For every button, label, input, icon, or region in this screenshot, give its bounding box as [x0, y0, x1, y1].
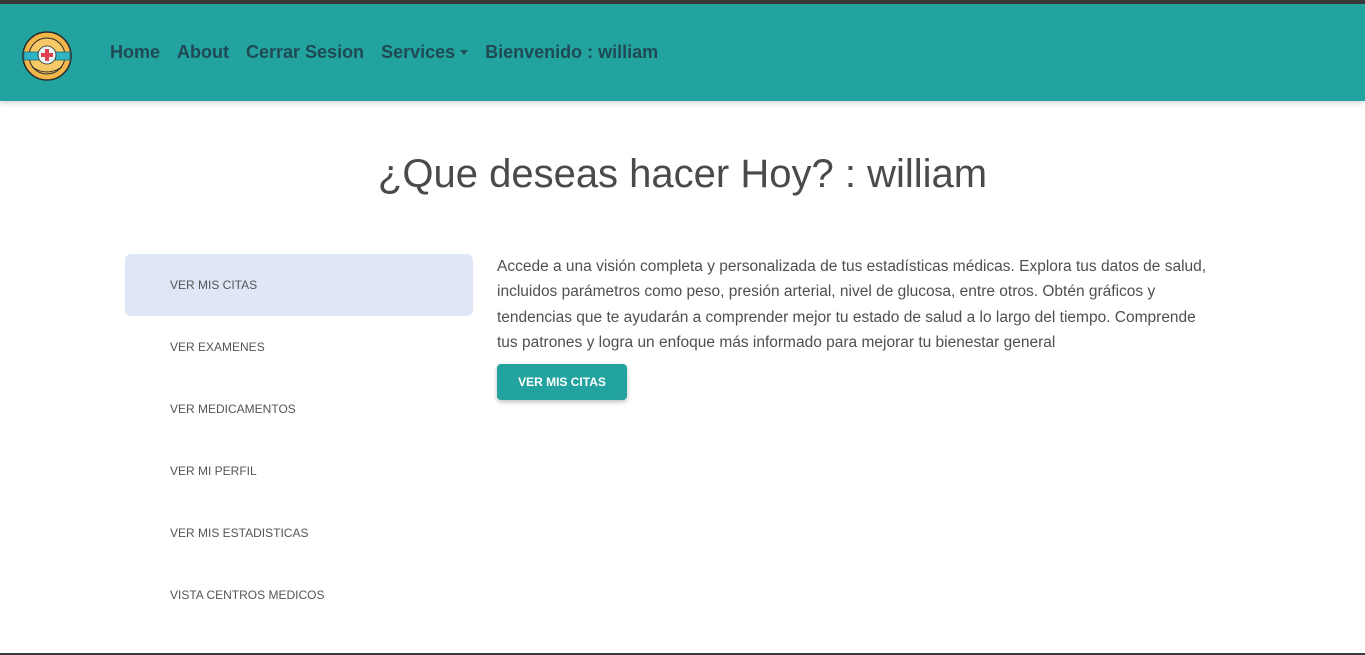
- healthy-hearts-logo-icon[interactable]: [20, 29, 74, 83]
- content-panel: Accede a una visión completa y personali…: [497, 254, 1217, 400]
- page-title: ¿Que deseas hacer Hoy? : william: [377, 152, 988, 196]
- nav-home-link[interactable]: Home: [110, 42, 160, 63]
- nav-links: Home About Cerrar Sesion Services Bienve…: [110, 4, 658, 101]
- nav-services-dropdown[interactable]: Services: [381, 42, 469, 63]
- welcome-username: william: [598, 42, 659, 62]
- nav-services-label: Services: [381, 42, 456, 62]
- side-item-ver-mi-perfil[interactable]: VER MI PERFIL: [125, 440, 473, 502]
- navbar: Home About Cerrar Sesion Services Bienve…: [0, 4, 1365, 101]
- side-item-ver-examenes[interactable]: VER EXAMENES: [125, 316, 473, 378]
- nav-about-link[interactable]: About: [177, 42, 229, 63]
- side-item-vista-centros-medicos[interactable]: VISTA CENTROS MEDICOS: [125, 564, 473, 626]
- nav-logout-link[interactable]: Cerrar Sesion: [246, 42, 364, 63]
- content-description: Accede a una visión completa y personali…: [497, 258, 1207, 351]
- caret-down-icon: [460, 50, 469, 55]
- welcome-text: Bienvenido : william: [485, 42, 658, 63]
- side-menu: VER MIS CITAS VER EXAMENES VER MEDICAMEN…: [125, 254, 473, 626]
- side-item-ver-medicamentos[interactable]: VER MEDICAMENTOS: [125, 378, 473, 440]
- side-item-ver-mis-citas[interactable]: VER MIS CITAS: [125, 254, 473, 316]
- ver-mis-citas-button[interactable]: VER MIS CITAS: [497, 364, 627, 400]
- side-item-ver-mis-estadisticas[interactable]: VER MIS ESTADISTICAS: [125, 502, 473, 564]
- welcome-prefix: Bienvenido :: [485, 42, 599, 62]
